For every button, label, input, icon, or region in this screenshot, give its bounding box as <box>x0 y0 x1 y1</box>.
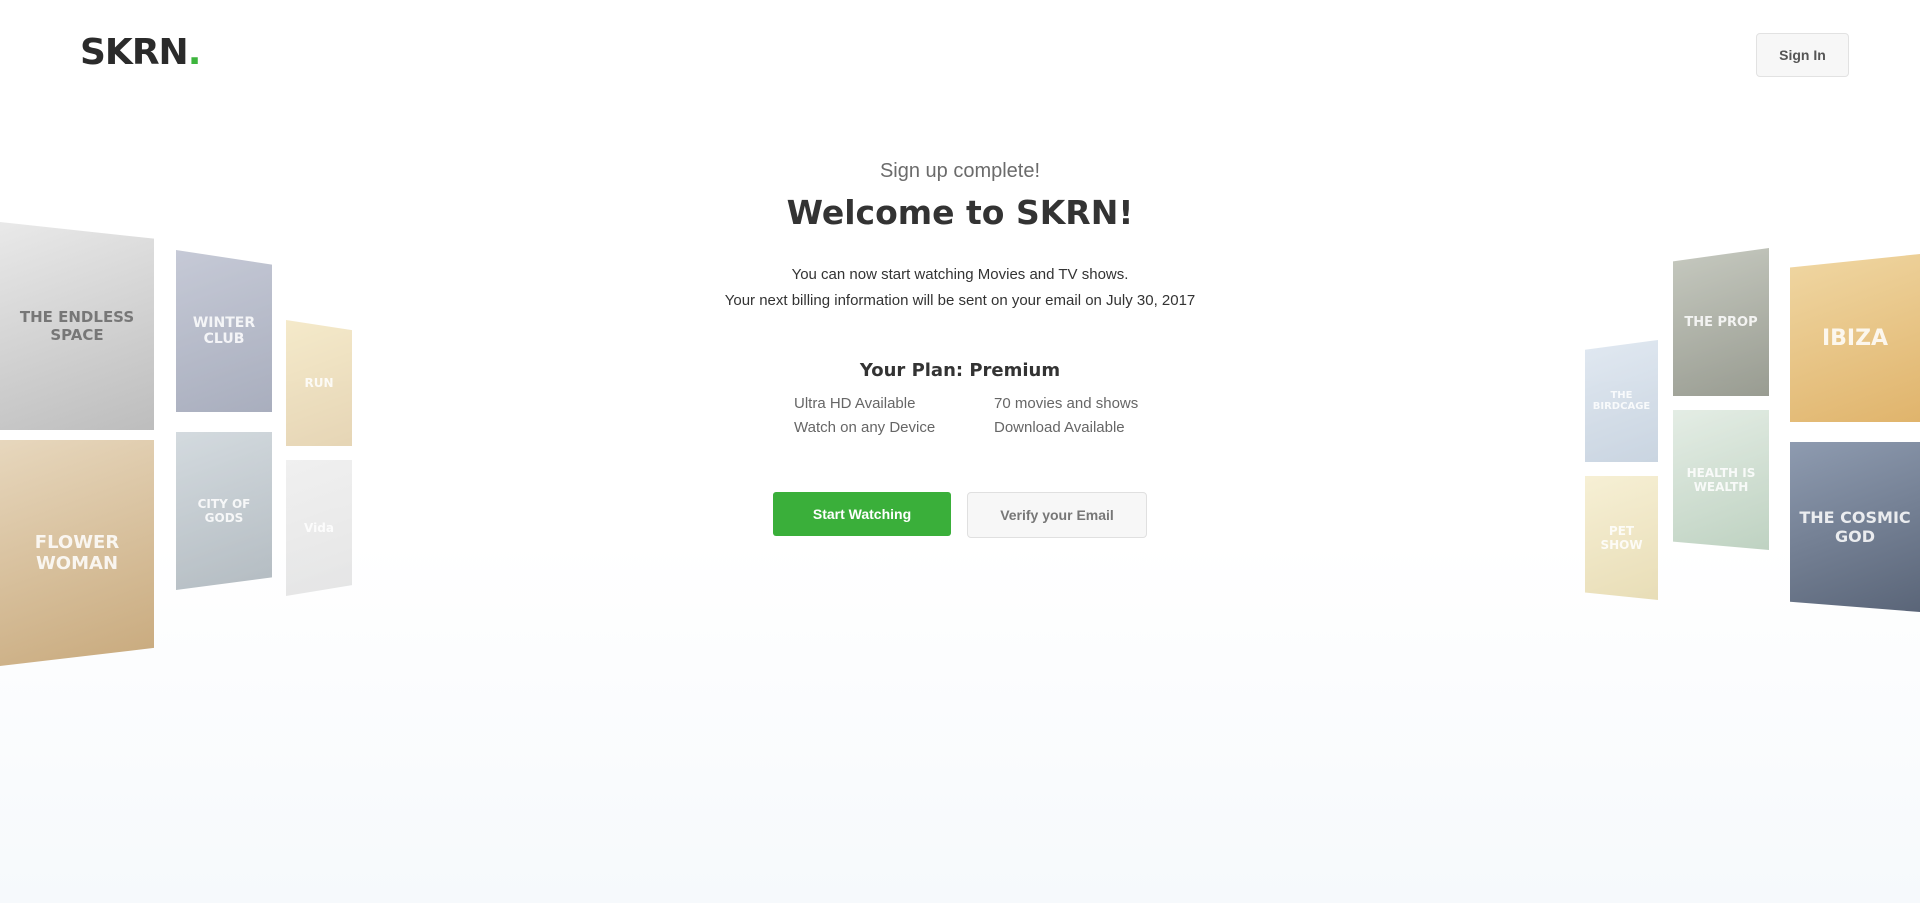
feature-item: 70 movies and shows <box>994 395 1139 412</box>
feature-item: Watch on any Device <box>794 419 936 436</box>
feature-item: Ultra HD Available <box>794 395 916 412</box>
plan-features: Ultra HD Available 70 movies and shows W… <box>780 395 1140 436</box>
welcome-panel: Sign up complete! Welcome to SKRN! You c… <box>0 160 1920 538</box>
action-buttons: Start Watching Verify your Email <box>0 492 1920 538</box>
message-line-2: Your next billing information will be se… <box>724 292 1196 309</box>
page-title: Welcome to SKRN! <box>786 193 1134 232</box>
sign-in-button[interactable]: Sign In <box>1756 33 1849 77</box>
signup-complete-subtitle: Sign up complete! <box>879 160 1041 182</box>
plan-label: Your Plan: Premium <box>859 360 1061 381</box>
logo[interactable]: SKRN. <box>80 32 201 73</box>
message-line-1: You can now start watching Movies and TV… <box>791 266 1129 283</box>
welcome-message: You can now start watching Movies and TV… <box>0 262 1920 314</box>
feature-item: Download Available <box>994 419 1125 436</box>
start-watching-button[interactable]: Start Watching <box>773 492 951 536</box>
verify-email-button[interactable]: Verify your Email <box>967 492 1147 538</box>
